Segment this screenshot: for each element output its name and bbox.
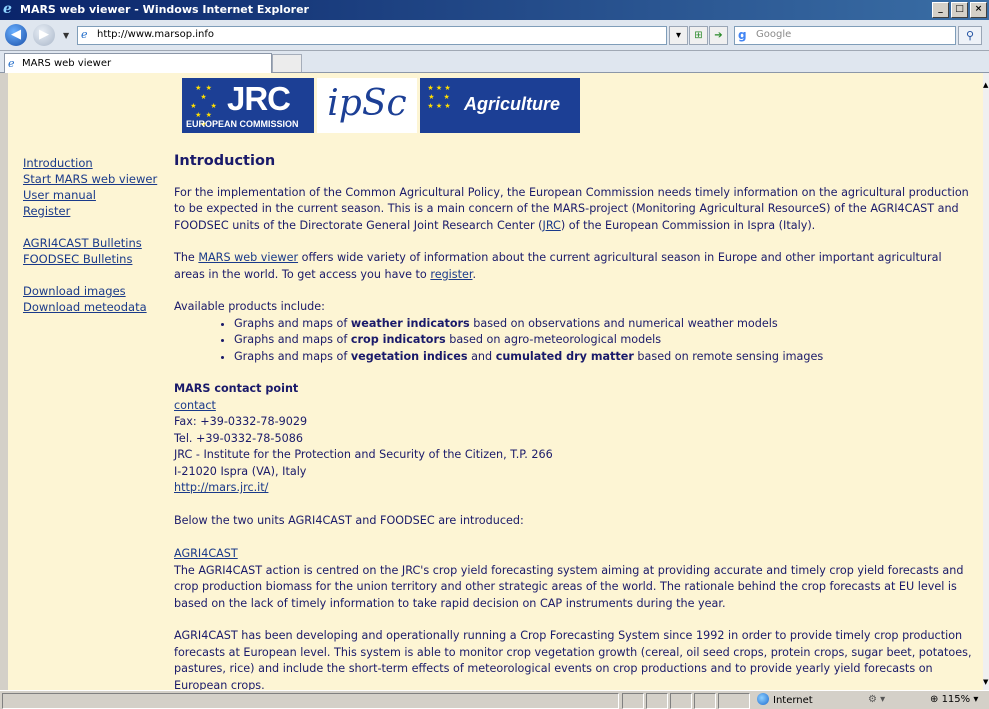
zoom-level[interactable]: ⊕ 115% ▾ (930, 693, 978, 707)
back-button[interactable]: ◀ (5, 24, 27, 46)
list-item: Graphs and maps of vegetation indices an… (234, 349, 974, 366)
header-banner: ★ ★ ★ ★ ★ ★ ★ ★ JRC EUROPEAN COMMISSION ip… (182, 78, 580, 133)
page-content: ★ ★ ★ ★ ★ ★ ★ ★ JRC EUROPEAN COMMISSION ip… (8, 73, 983, 690)
products-list: Graphs and maps of weather indicators ba… (174, 316, 974, 366)
intro-paragraph: For the implementation of the Common Agr… (174, 185, 969, 232)
status-bar: Internet ⚙ ▾ ⊕ 115% ▾ (0, 690, 989, 709)
agri4cast-paragraph-2: AGRI4CAST has been developing and operat… (174, 629, 972, 690)
ipsc-logo: ipSc (317, 78, 417, 133)
new-tab-button[interactable] (272, 54, 302, 72)
title-bar: e MARS web viewer - Windows Internet Exp… (0, 0, 989, 20)
tab-label: MARS web viewer (22, 58, 112, 69)
history-dropdown-icon[interactable]: ▼ (63, 31, 69, 40)
mars-site-link[interactable]: http://mars.jrc.it/ (174, 481, 268, 494)
nav-agri4cast-bulletins[interactable]: AGRI4CAST Bulletins (23, 235, 157, 251)
agriculture-logo: ★ ★ ★ ★ ★ ★ ★ ★ Agriculture (420, 78, 580, 133)
agri4cast-paragraph-1: The AGRI4CAST action is centred on the J… (174, 563, 964, 610)
nav-download-meteodata[interactable]: Download meteodata (23, 299, 157, 315)
compatibility-icon[interactable]: ⊞ (689, 26, 708, 45)
address-dropdown-button[interactable]: ▾ (669, 26, 688, 45)
scroll-down-icon[interactable]: ▼ (983, 678, 988, 686)
protected-mode-icon[interactable]: ⚙ ▾ (868, 693, 885, 707)
units-intro: Below the two units AGRI4CAST and FOODSE… (174, 513, 524, 527)
maximize-button[interactable]: □ (951, 2, 968, 18)
page-icon: e (81, 28, 88, 41)
list-item: Graphs and maps of weather indicators ba… (234, 316, 974, 333)
list-item: Graphs and maps of crop indicators based… (234, 332, 974, 349)
search-input[interactable]: g Google (734, 26, 956, 45)
nav-download-images[interactable]: Download images (23, 283, 157, 299)
google-icon: g (738, 28, 747, 42)
contact-link[interactable]: contact (174, 399, 216, 412)
products-intro: Available products include: (174, 300, 325, 313)
vertical-scrollbar[interactable]: ▲ ▼ (983, 73, 989, 690)
page-title: Introduction (174, 153, 276, 169)
eu-stars-icon: ★ ★ ★ ★ ★ ★ ★ ★ (427, 84, 451, 110)
search-button[interactable]: ⚲ (958, 26, 982, 45)
address-toolbar: ◀ ▶ ▼ e http://www.marsop.info ▾ ⊞ ➔ × g… (0, 20, 989, 51)
left-navigation: Introduction Start MARS web viewer User … (23, 155, 157, 315)
close-button[interactable]: × (970, 2, 987, 18)
tab-strip: e MARS web viewer (0, 51, 989, 73)
nav-user-manual[interactable]: User manual (23, 187, 157, 203)
address-text: I-21020 Ispra (VA), Italy (174, 464, 307, 478)
minimize-button[interactable]: _ (932, 2, 949, 18)
nav-register[interactable]: Register (23, 203, 157, 219)
security-zone: Internet (753, 693, 863, 707)
ie-icon: e (3, 1, 12, 17)
nav-foodsec-bulletins[interactable]: FOODSEC Bulletins (23, 251, 157, 267)
tel-text: Tel. +39-0332-78-5086 (174, 431, 303, 445)
mars-web-viewer-link[interactable]: MARS web viewer (198, 251, 298, 264)
fax-text: Fax: +39-0332-78-9029 (174, 415, 308, 428)
main-article: Introduction For the implementation of t… (174, 153, 974, 690)
register-link[interactable]: register (430, 268, 472, 281)
institute-text: JRC - Institute for the Protection and S… (174, 448, 553, 461)
viewer-paragraph: The MARS web viewer offers wide variety … (174, 251, 942, 281)
contact-title: MARS contact point (174, 382, 299, 395)
scroll-up-icon[interactable]: ▲ (983, 81, 988, 89)
refresh-icon[interactable]: ➔ (709, 26, 728, 45)
jrc-logo: ★ ★ ★ ★ ★ ★ ★ ★ JRC EUROPEAN COMMISSION (182, 78, 314, 133)
forward-button[interactable]: ▶ (33, 24, 55, 46)
nav-start-viewer[interactable]: Start MARS web viewer (23, 171, 157, 187)
tab-mars-web-viewer[interactable]: e MARS web viewer (4, 53, 272, 73)
search-placeholder: Google (756, 29, 792, 40)
agri4cast-link[interactable]: AGRI4CAST (174, 547, 238, 560)
url-text: http://www.marsop.info (97, 29, 215, 40)
eu-stars-icon: ★ ★ ★ ★ ★ ★ ★ ★ (190, 84, 218, 128)
internet-globe-icon (757, 693, 769, 705)
jrc-link[interactable]: JRC (543, 219, 561, 232)
window-title: MARS web viewer - Windows Internet Explo… (20, 3, 309, 16)
nav-introduction[interactable]: Introduction (23, 155, 157, 171)
tab-page-icon: e (8, 57, 15, 70)
address-field[interactable]: e http://www.marsop.info (77, 26, 667, 45)
